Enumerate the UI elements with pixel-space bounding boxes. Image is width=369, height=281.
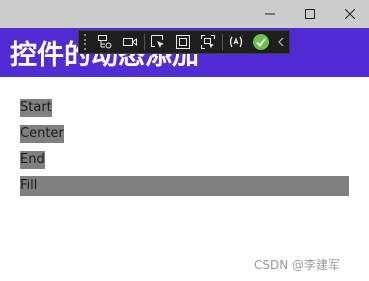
select-element-icon: [151, 35, 165, 48]
track-focus-button[interactable]: [196, 31, 221, 53]
binding-check-icon: [253, 34, 270, 50]
toolbar-grip-handle[interactable]: [82, 34, 90, 50]
stack-item-fill: Fill: [20, 176, 349, 196]
xaml-debug-toolbar: [78, 30, 290, 54]
hot-reload-button[interactable]: [224, 31, 249, 53]
stack-item-end: End: [20, 151, 45, 169]
record-button[interactable]: [118, 31, 143, 53]
collapse-chevron-icon: [278, 37, 284, 47]
maximize-button[interactable]: [290, 0, 330, 28]
close-button[interactable]: [330, 0, 369, 28]
toolbar-separator: [221, 34, 223, 50]
toolbar-separator: [143, 34, 145, 50]
select-element-button[interactable]: [146, 31, 171, 53]
stack-item-start: Start: [20, 99, 52, 117]
live-visual-tree-button[interactable]: [93, 31, 118, 53]
minimize-button[interactable]: [250, 0, 290, 28]
video-camera-icon: [123, 38, 138, 46]
binding-status-button[interactable]: [249, 31, 274, 53]
maximize-icon: [305, 9, 315, 19]
track-focus-icon: [201, 35, 216, 49]
minimize-icon: [265, 13, 275, 15]
display-adorners-button[interactable]: [171, 31, 196, 53]
watermark: CSDN @李建军: [254, 258, 341, 272]
collapse-toolbar-button[interactable]: [274, 31, 289, 53]
hot-reload-icon: [229, 36, 243, 48]
close-icon: [345, 9, 355, 19]
stack-item-center: Center: [20, 125, 64, 143]
window-titlebar: [0, 0, 369, 28]
display-adorners-icon: [176, 35, 191, 49]
live-visual-tree-icon: [98, 35, 112, 49]
